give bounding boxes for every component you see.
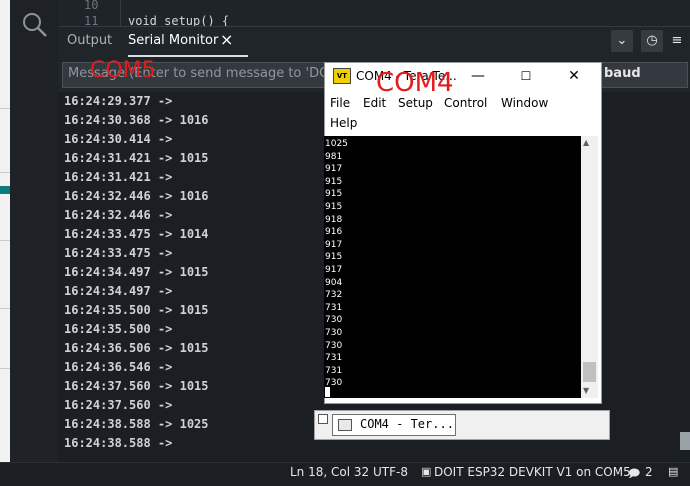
- board-icon: ▣: [421, 465, 432, 478]
- serial-line: 16:24:29.377 ->: [64, 94, 173, 108]
- terminal-line: 731: [325, 353, 343, 364]
- terminal-line: 730: [325, 340, 343, 351]
- menu-icon[interactable]: ≡: [666, 30, 688, 52]
- serial-line: 16:24:32.446 ->: [64, 208, 173, 222]
- serial-line: 16:24:34.497 ->: [64, 284, 173, 298]
- activity-bar: [10, 0, 58, 462]
- serial-line: 16:24:36.506 -> 1015: [64, 341, 209, 355]
- serial-line: 16:24:37.560 ->: [64, 398, 173, 412]
- serial-line: 16:24:31.421 ->: [64, 170, 173, 184]
- terminal-line: 917: [325, 239, 343, 250]
- terminal-icon: [338, 419, 352, 431]
- terminal-line: 732: [325, 290, 343, 301]
- taskbar-label: COM4 - Ter...: [360, 417, 454, 431]
- terminal-line: 918: [325, 214, 343, 225]
- background-window-strip: [0, 0, 10, 485]
- menu-setup[interactable]: Setup: [398, 96, 433, 110]
- close-icon[interactable]: ✕: [562, 66, 586, 86]
- serial-line: 16:24:33.475 -> 1014: [64, 227, 209, 241]
- active-tab-indicator: [128, 55, 248, 57]
- terminal-line: 731: [325, 302, 343, 313]
- terminal-line: 915: [325, 252, 343, 263]
- divider: [0, 240, 10, 241]
- terminal-line: 731: [325, 365, 343, 376]
- menu-window[interactable]: Window: [501, 96, 548, 110]
- serial-line: 16:24:35.500 ->: [64, 322, 173, 336]
- serial-line: 16:24:30.414 ->: [64, 132, 173, 146]
- notification-count: 2: [645, 465, 653, 479]
- line-number: 10: [84, 0, 99, 12]
- chevron-down-icon[interactable]: ⌄: [611, 30, 633, 52]
- clock-icon[interactable]: ◷: [641, 30, 663, 52]
- output-scrollbar-thumb[interactable]: [680, 432, 690, 450]
- terminal-line: 916: [325, 227, 343, 238]
- divider: [0, 368, 10, 369]
- terminal-line: 904: [325, 277, 343, 288]
- serial-line: 16:24:36.546 ->: [64, 360, 173, 374]
- accent-bar: [0, 186, 10, 194]
- divider: [0, 108, 10, 109]
- serial-output-list: 16:24:29.377 -> 16:24:30.368 -> 1016 16:…: [64, 92, 209, 453]
- serial-line: 16:24:33.475 ->: [64, 246, 173, 260]
- serial-line: 16:24:38.588 ->: [64, 436, 173, 450]
- menu-control[interactable]: Control: [444, 96, 487, 110]
- terminal-line: 915: [325, 189, 343, 200]
- terminal-line: 730: [325, 327, 343, 338]
- cursor-position[interactable]: Ln 18, Col 32: [290, 465, 369, 479]
- divider: [0, 172, 10, 173]
- terminal-line: 1025: [325, 139, 348, 149]
- menu-edit[interactable]: Edit: [363, 96, 386, 110]
- terminal-line: 917: [325, 264, 343, 275]
- teraterm-scrollbar[interactable]: [581, 136, 598, 398]
- minimize-icon[interactable]: —: [466, 66, 490, 86]
- search-icon[interactable]: [20, 10, 48, 38]
- teraterm-output-list: 1025 981 917 915 915 915 918 916 917 915…: [325, 138, 348, 390]
- panel-icon[interactable]: ▤: [668, 465, 678, 478]
- notification-icon[interactable]: 🗩: [628, 465, 640, 484]
- tab-output[interactable]: Output: [67, 33, 112, 48]
- serial-line: 16:24:32.446 -> 1016: [64, 189, 209, 203]
- scroll-down-icon[interactable]: ▼: [583, 386, 589, 395]
- terminal-cursor: [325, 387, 330, 397]
- maximize-icon[interactable]: ☐: [514, 66, 538, 86]
- serial-line: 16:24:31.421 -> 1015: [64, 151, 209, 165]
- gutter-divider: [120, 0, 121, 26]
- terminal-line: 981: [325, 151, 343, 162]
- restore-icon[interactable]: [318, 414, 328, 424]
- terminal-line: 915: [325, 201, 343, 212]
- teraterm-screen[interactable]: 1025 981 917 915 915 915 918 916 917 915…: [324, 136, 581, 398]
- terminal-line: 730: [325, 315, 343, 326]
- baud-label: baud: [604, 66, 641, 81]
- encoding[interactable]: UTF-8: [373, 465, 408, 479]
- serial-line: 16:24:34.497 -> 1015: [64, 265, 209, 279]
- board-port[interactable]: DOIT ESP32 DEVKIT V1 on COM5: [434, 465, 631, 479]
- port-annotation-com5: COM5: [90, 58, 156, 83]
- terminal-line: 915: [325, 176, 343, 187]
- tab-serial-monitor[interactable]: Serial Monitor: [128, 33, 218, 48]
- serial-line: 16:24:38.588 -> 1025: [64, 417, 209, 431]
- scroll-up-icon[interactable]: ▲: [583, 138, 589, 147]
- menu-file[interactable]: File: [330, 96, 350, 110]
- close-icon[interactable]: ×: [220, 30, 233, 49]
- serial-line: 16:24:37.560 -> 1015: [64, 379, 209, 393]
- menu-help[interactable]: Help: [330, 116, 357, 130]
- serial-line: 16:24:35.500 -> 1015: [64, 303, 209, 317]
- divider: [0, 308, 10, 309]
- teraterm-scroll-thumb[interactable]: [583, 362, 596, 382]
- teraterm-app-icon: VT: [333, 68, 351, 84]
- serial-line: 16:24:30.368 -> 1016: [64, 113, 209, 127]
- terminal-line: 917: [325, 164, 343, 175]
